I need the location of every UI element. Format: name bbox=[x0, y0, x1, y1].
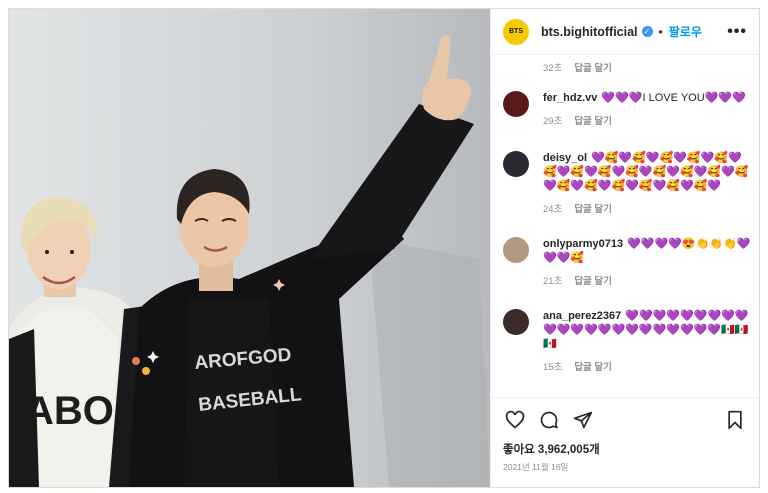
comment-username[interactable]: deisy_ol bbox=[543, 152, 587, 164]
svg-text:ABO: ABO bbox=[25, 389, 114, 433]
post-photo[interactable]: ABO AROFGOD BASEBALL bbox=[9, 9, 490, 487]
post-date: 2021년 11월 16일 bbox=[503, 462, 569, 472]
comment-icon[interactable] bbox=[537, 408, 561, 432]
reply-button[interactable]: 답글 달기 bbox=[574, 359, 612, 373]
comment-username[interactable]: ana_perez2367 bbox=[543, 310, 621, 322]
header-separator: • bbox=[658, 24, 663, 39]
post-sidebar: BTS bts.bighitofficial ✓ • 팔로우 ••• 32초 답… bbox=[490, 9, 759, 487]
share-icon[interactable] bbox=[571, 408, 595, 432]
comment-text: fer_hdz.vv 💜💜💜I LOVE YOU💜💜💜 bbox=[543, 91, 753, 105]
likes-count[interactable]: 좋아요 3,962,005개 bbox=[491, 441, 759, 461]
comment-time: 24초 bbox=[543, 204, 563, 215]
comment-content: 💜💜💜I LOVE YOU💜💜💜 bbox=[601, 92, 746, 104]
reply-button[interactable]: 답글 달기 bbox=[574, 201, 612, 215]
comment-meta: 21초 답글 달기 bbox=[543, 273, 753, 287]
comment-text: ana_perez2367 💜💜💜💜💜💜💜💜💜💜💜💜💜💜💜💜💜💜💜💜💜💜🇲🇽🇲🇽🇲… bbox=[543, 309, 753, 351]
comment-username[interactable]: onlyparmy0713 bbox=[543, 238, 623, 250]
heart-icon[interactable] bbox=[503, 408, 527, 432]
post-header: BTS bts.bighitofficial ✓ • 팔로우 ••• bbox=[491, 9, 759, 55]
comment-meta: 29초 답글 달기 bbox=[543, 113, 753, 127]
avatar[interactable] bbox=[503, 309, 529, 335]
avatar[interactable] bbox=[503, 91, 529, 117]
comment-meta: 24초 답글 달기 bbox=[543, 201, 753, 215]
list-item: ana_perez2367 💜💜💜💜💜💜💜💜💜💜💜💜💜💜💜💜💜💜💜💜💜💜🇲🇽🇲🇽🇲… bbox=[503, 309, 753, 373]
verified-badge-icon: ✓ bbox=[641, 26, 653, 37]
comment-text: deisy_ol 💜🥰💜🥰💜🥰💜🥰💜🥰💜🥰💜🥰💜🥰💜🥰💜🥰💜🥰💜🥰💜🥰💜🥰💜🥰💜🥰… bbox=[543, 151, 753, 193]
bookmark-icon[interactable] bbox=[723, 408, 747, 432]
follow-button[interactable]: 팔로우 bbox=[669, 23, 702, 40]
comment-username[interactable]: fer_hdz.vv bbox=[543, 92, 597, 104]
list-item: fer_hdz.vv 💜💜💜I LOVE YOU💜💜💜 29초 답글 달기 bbox=[503, 91, 753, 127]
comments-list[interactable]: 32초 답글 달기 fer_hdz.vv 💜💜💜I LOVE YOU💜💜💜 29초… bbox=[491, 55, 759, 397]
comment-meta: 32초 답글 달기 bbox=[543, 60, 612, 74]
list-item: onlyparmy0713 💜💜💜💜😍👏👏👏💜💜💜🥰 21초 답글 달기 bbox=[503, 237, 753, 287]
reply-button[interactable]: 답글 달기 bbox=[574, 113, 612, 127]
post-modal: ABO AROFGOD BASEBALL BTS bts.bighitoffic… bbox=[8, 8, 760, 488]
comment-time: 29초 bbox=[543, 116, 563, 127]
comment-text: onlyparmy0713 💜💜💜💜😍👏👏👏💜💜💜🥰 bbox=[543, 237, 753, 265]
post-actions bbox=[491, 397, 759, 441]
avatar[interactable] bbox=[503, 237, 529, 263]
comment-time: 15초 bbox=[543, 362, 563, 373]
reply-button[interactable]: 답글 달기 bbox=[574, 60, 612, 74]
list-item: deisy_ol 💜🥰💜🥰💜🥰💜🥰💜🥰💜🥰💜🥰💜🥰💜🥰💜🥰💜🥰💜🥰💜🥰💜🥰💜🥰💜🥰… bbox=[503, 151, 753, 215]
avatar[interactable] bbox=[503, 151, 529, 177]
comment-time: 32초 bbox=[543, 63, 563, 74]
reply-button[interactable]: 답글 달기 bbox=[574, 273, 612, 287]
more-options-icon[interactable]: ••• bbox=[727, 23, 747, 41]
photo-illustration: ABO AROFGOD BASEBALL bbox=[9, 9, 490, 487]
comment-time: 21초 bbox=[543, 276, 563, 287]
account-username[interactable]: bts.bighitofficial bbox=[541, 25, 638, 39]
comment-meta: 15초 답글 달기 bbox=[543, 359, 753, 373]
account-avatar[interactable]: BTS bbox=[503, 18, 529, 45]
